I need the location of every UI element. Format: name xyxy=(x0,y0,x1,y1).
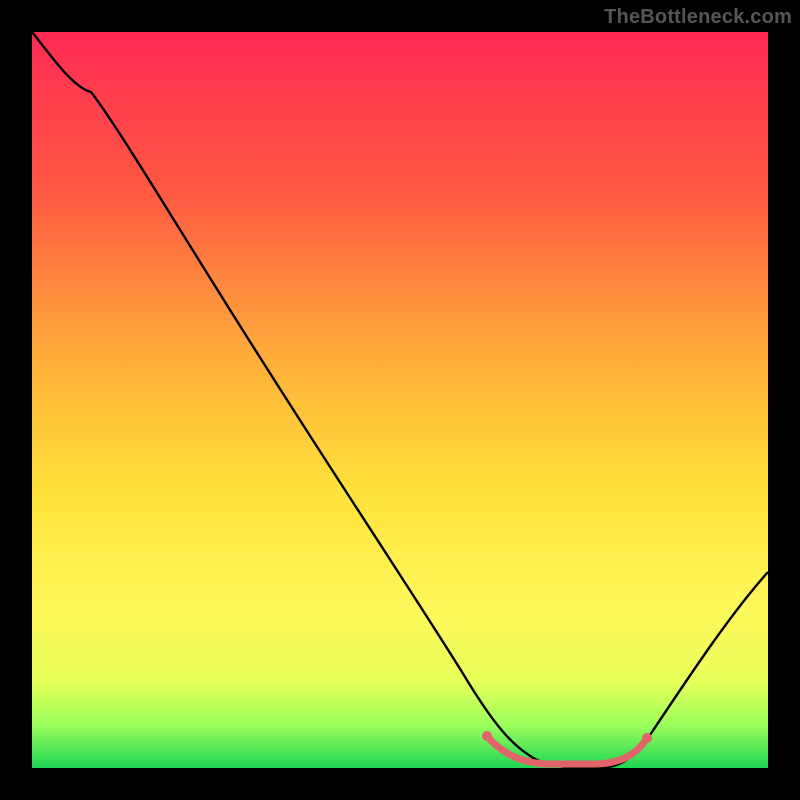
curve-layer xyxy=(32,32,768,768)
plot-area xyxy=(32,32,768,768)
marker-endpoint-left xyxy=(482,731,492,741)
watermark-text: TheBottleneck.com xyxy=(604,6,792,29)
bottleneck-curve xyxy=(32,32,768,768)
chart-frame: TheBottleneck.com xyxy=(0,0,800,800)
marker-endpoint-right xyxy=(642,733,652,743)
